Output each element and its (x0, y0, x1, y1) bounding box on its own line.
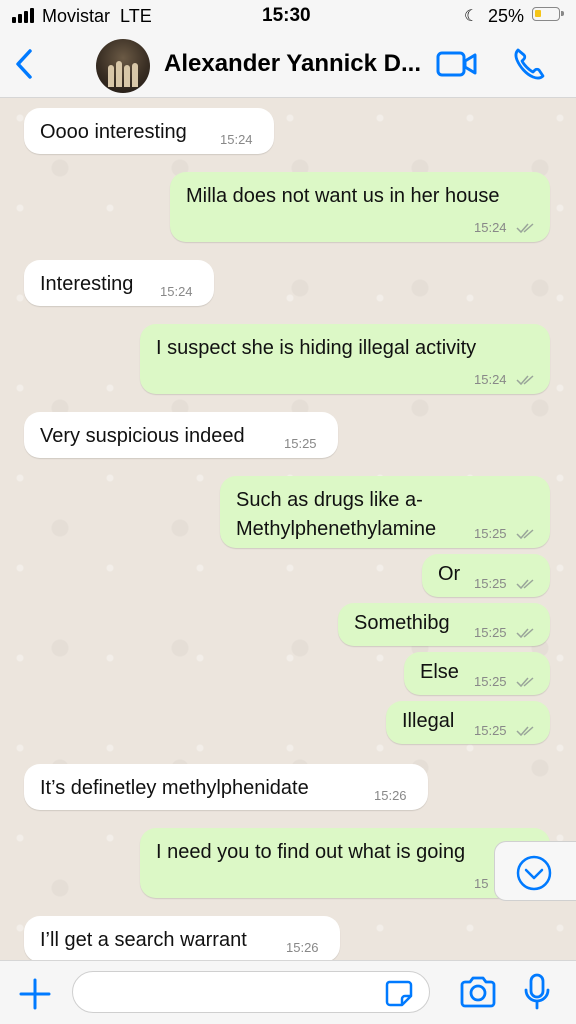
chat-header: Alexander Yannick D... (0, 32, 576, 98)
read-receipt-icon (516, 677, 534, 688)
message-text: Else (420, 661, 459, 683)
read-receipt-icon (516, 579, 534, 590)
message-time: 15:24 (220, 132, 253, 147)
message-time: 15:24 (160, 284, 193, 299)
camera-icon[interactable] (458, 975, 498, 1009)
message-bubble-incoming[interactable]: Interesting 15:24 (24, 260, 214, 306)
status-time: 15:30 (262, 5, 311, 26)
message-time: 15:25 (474, 674, 507, 689)
message-bubble-outgoing[interactable]: I suspect she is hiding illegal activity… (140, 324, 550, 394)
back-icon[interactable] (10, 46, 40, 82)
message-time: 15:25 (474, 723, 507, 738)
message-time: 15:25 (474, 526, 507, 541)
message-text: Very suspicious indeed (40, 425, 245, 447)
message-text: I suspect she is hiding illegal activity (156, 337, 477, 359)
message-text: Interesting (40, 273, 134, 295)
plus-icon[interactable] (18, 977, 52, 1011)
message-bubble-incoming[interactable]: Oooo interesting 15:24 (24, 108, 274, 154)
message-bubble-outgoing[interactable]: Or 15:25 (422, 554, 550, 597)
message-bubble-outgoing[interactable]: Milla does not want us in her house 15:2… (170, 172, 550, 242)
message-bubble-outgoing[interactable]: Such as drugs like a- Methylphenethylami… (220, 476, 550, 548)
message-time: 15:26 (374, 788, 407, 803)
read-receipt-icon (516, 726, 534, 737)
message-text: Or (438, 563, 461, 585)
chat-area[interactable]: Oooo interesting 15:24 Milla does not wa… (0, 98, 576, 960)
message-bubble-outgoing[interactable]: I need you to find out what is going 15 (140, 828, 550, 898)
message-time: 15:24 (474, 372, 507, 387)
message-time: 15:24 (474, 220, 507, 235)
contact-name[interactable]: Alexander Yannick D... (164, 50, 421, 78)
microphone-icon[interactable] (522, 973, 552, 1011)
carrier-name: Movistar (42, 6, 111, 26)
message-bubble-incoming[interactable]: I’ll get a search warrant 15:26 (24, 916, 340, 960)
message-bubble-incoming[interactable]: Very suspicious indeed 15:25 (24, 412, 338, 458)
battery-percent: 25% (488, 6, 525, 26)
message-time: 15 (474, 876, 489, 891)
video-call-icon[interactable] (436, 50, 478, 78)
message-bubble-incoming[interactable]: It’s definetley methylphenidate 15:26 (24, 764, 428, 810)
message-text: I’ll get a search warrant (40, 929, 247, 951)
moon-icon: ☾ (464, 8, 479, 25)
message-bubble-outgoing[interactable]: Illegal 15:25 (386, 701, 550, 744)
message-time: 15:25 (284, 436, 317, 451)
message-text: Oooo interesting (40, 121, 187, 143)
message-text: I need you to find out what is going (156, 841, 466, 863)
signal-icon (12, 8, 34, 23)
message-time: 15:25 (474, 625, 507, 640)
read-receipt-icon (516, 529, 534, 540)
status-bar: Movistar LTE 15:30 ☾ 25% (0, 0, 576, 32)
phone-icon[interactable] (512, 46, 546, 82)
message-input[interactable] (72, 971, 430, 1013)
message-composer (0, 960, 576, 1024)
message-time: 15:26 (286, 940, 319, 955)
message-time: 15:25 (474, 576, 507, 591)
message-text: Illegal (402, 710, 455, 732)
message-text: Such as drugs like a- Methylphenethylami… (236, 489, 437, 540)
message-bubble-outgoing[interactable]: Else 15:25 (404, 652, 550, 695)
carrier-label: Movistar LTE (42, 6, 152, 27)
read-receipt-icon (516, 375, 534, 386)
message-text: Milla does not want us in her house (186, 185, 500, 207)
chevron-down-icon (516, 855, 552, 891)
sticker-icon[interactable] (384, 979, 414, 1007)
message-bubble-outgoing[interactable]: Somethibg 15:25 (338, 603, 550, 646)
battery-icon (532, 7, 564, 21)
read-receipt-icon (516, 628, 534, 639)
scroll-to-bottom-button[interactable] (494, 841, 576, 901)
network-type: LTE (120, 6, 152, 26)
message-text: Somethibg (354, 612, 450, 634)
read-receipt-icon (516, 223, 534, 234)
message-text: It’s definetley methylphenidate (40, 777, 309, 799)
avatar[interactable] (96, 39, 150, 93)
